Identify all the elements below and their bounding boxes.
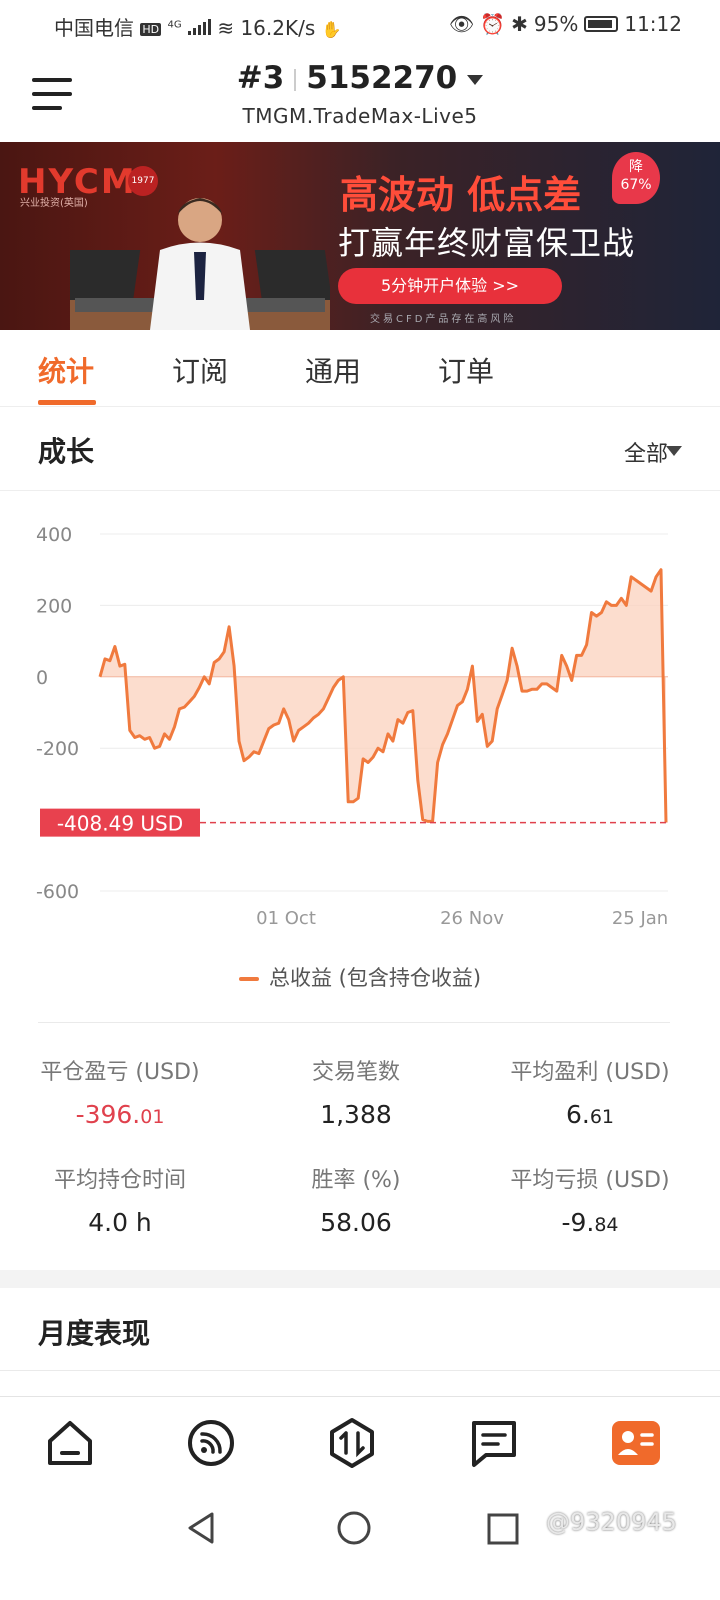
hand-icon: ✋	[321, 20, 342, 39]
y-tick-label: 200	[36, 595, 72, 617]
y-tick-label: 0	[36, 667, 48, 689]
clock: 11:12	[624, 12, 682, 36]
chevron-down-icon	[467, 74, 484, 85]
legend-label: 总收益 (包含持仓收益)	[268, 966, 482, 990]
system-nav-bar: @9320945	[0, 1490, 720, 1600]
tab-orders[interactable]: 订单	[438, 350, 494, 390]
growth-chart-svg: 400 200 0 -200 -600 01 Oct 26 Nov 25 Jan -408.49…	[36, 524, 668, 929]
growth-header: 成长 全部	[0, 406, 720, 491]
y-tick-label: 400	[36, 524, 72, 546]
stat-trade-count: 交易笔数 1,388	[236, 1054, 476, 1129]
banner-person-image	[70, 198, 330, 330]
home-circle-icon[interactable]	[336, 1510, 372, 1546]
stat-label: 平仓盈亏 (USD)	[40, 1060, 200, 1085]
status-left: 中国电信 HD 4G ≋ 16.2K/s ✋	[54, 12, 342, 41]
badge-top: 降	[629, 159, 643, 175]
growth-chart: 400 200 0 -200 -600 01 Oct 26 Nov 25 Jan -408.49…	[0, 490, 720, 950]
network-type: 4G	[167, 19, 182, 31]
battery-percent: 95%	[533, 12, 579, 36]
carrier-name: 中国电信	[54, 16, 134, 40]
account-selector[interactable]: #3 5152270	[0, 60, 720, 96]
status-right: 👁 ⏰ ✱ 95% 11:12	[449, 12, 682, 36]
open-account-button[interactable]: 5分钟开户体验 >>	[338, 268, 562, 304]
tab-statistics[interactable]: 统计	[38, 350, 94, 390]
stat-closed-pnl: 平仓盈亏 (USD) -396.01	[0, 1054, 240, 1129]
bottom-nav	[0, 1396, 720, 1491]
stat-value: 6.61	[565, 1100, 615, 1129]
current-value-label: -408.49 USD	[57, 812, 183, 836]
divider	[0, 1370, 720, 1371]
risk-warning: 交易CFD产品存在高风险	[370, 314, 517, 325]
server-name: TMGM.TradeMax-Live5	[242, 104, 478, 128]
promo-banner[interactable]: HYCM 兴业投资(英国) 1977 高波动 低点差 降 67% 打赢年终财富保…	[0, 142, 720, 330]
recents-icon[interactable]	[486, 1512, 520, 1546]
tab-bar: 统计 订阅 通用 订单	[0, 330, 720, 407]
account-index: #3	[236, 60, 285, 96]
legend-swatch	[238, 977, 259, 981]
x-tick-label: 26 Nov	[440, 908, 504, 929]
badge-bottom: 67%	[620, 177, 652, 193]
stat-value: 1,388	[320, 1100, 392, 1129]
stat-value: -9.84	[561, 1208, 619, 1237]
app-header: #3 5152270 TMGM.TradeMax-Live5	[0, 52, 720, 143]
tab-subscribe[interactable]: 订阅	[172, 350, 228, 390]
discount-badge: 降 67%	[612, 152, 660, 204]
stat-label: 胜率 (%)	[311, 1168, 401, 1193]
y-tick-label: -200	[36, 738, 79, 760]
battery-icon	[584, 16, 619, 32]
x-tick-label: 01 Oct	[256, 908, 316, 929]
stat-label: 平均亏损 (USD)	[510, 1168, 670, 1193]
stat-avg-loss: 平均亏损 (USD) -9.84	[470, 1162, 710, 1237]
message-icon[interactable]	[466, 1415, 522, 1471]
wifi-icon: ≋	[217, 16, 235, 40]
hd-icon: HD	[140, 23, 162, 36]
tab-general[interactable]: 通用	[305, 350, 361, 390]
section-gap	[0, 1270, 720, 1288]
divider	[38, 1022, 670, 1023]
account-number: 5152270	[306, 60, 458, 96]
banner-subtitle: 打赢年终财富保卫战	[338, 224, 636, 262]
profile-card-icon[interactable]	[608, 1415, 664, 1471]
back-icon[interactable]	[184, 1510, 220, 1546]
series-area	[100, 569, 666, 823]
net-speed: 16.2K/s	[240, 16, 316, 40]
title-separator	[294, 68, 297, 91]
stat-win-rate: 胜率 (%) 58.06	[236, 1162, 476, 1237]
stat-avg-profit: 平均盈利 (USD) 6.61	[470, 1054, 710, 1129]
stat-label: 平均持仓时间	[53, 1168, 186, 1193]
chevron-down-icon[interactable]	[666, 446, 682, 456]
bluetooth-icon: ✱	[511, 12, 528, 36]
alarm-icon: ⏰	[480, 12, 506, 36]
stat-label: 平均盈利 (USD)	[510, 1060, 670, 1085]
stat-value: -396.01	[75, 1100, 165, 1129]
status-bar: 中国电信 HD 4G ≋ 16.2K/s ✋ 👁 ⏰ ✱ 95% 11:12	[0, 0, 720, 52]
x-tick-label: 25 Jan	[612, 908, 668, 929]
section-title: 成长	[38, 435, 95, 468]
period-filter[interactable]: 全部	[624, 436, 668, 468]
monthly-performance-title: 月度表现	[38, 1317, 151, 1350]
trade-icon[interactable]	[324, 1415, 380, 1471]
watermark: @9320945	[546, 1508, 677, 1536]
eye-icon: 👁	[448, 12, 475, 36]
chart-legend: 总收益 (包含持仓收益)	[0, 962, 720, 992]
feed-icon[interactable]	[183, 1415, 239, 1471]
banner-title: 高波动 低点差	[340, 173, 582, 217]
home-icon[interactable]	[42, 1415, 98, 1471]
signal-icon	[187, 19, 211, 35]
stat-label: 交易笔数	[311, 1060, 400, 1085]
stat-value: 4.0 h	[88, 1208, 152, 1237]
y-tick-label: -600	[36, 881, 79, 903]
stat-avg-hold-time: 平均持仓时间 4.0 h	[0, 1162, 240, 1237]
stat-value: 58.06	[320, 1208, 392, 1237]
active-tab-indicator	[38, 400, 96, 405]
